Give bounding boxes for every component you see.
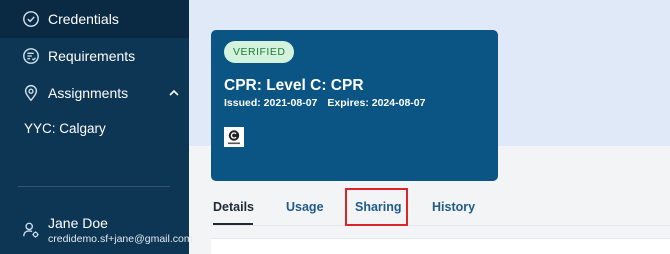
tab-content-panel [211,238,670,254]
sidebar-item-label: Assignments [48,85,129,101]
issuer-logo-icon [224,127,244,147]
list-check-icon [23,48,39,64]
tab-bar: Details Usage Sharing History [211,196,670,226]
sidebar-item-credentials[interactable]: Credentials [0,0,189,38]
sidebar-divider [18,186,170,187]
sidebar-item-label: Requirements [48,48,136,64]
user-name: Jane Doe [48,215,108,231]
badge-check-icon [23,11,39,27]
sidebar-item-requirements[interactable]: Requirements [0,38,189,75]
expires-date: Expires: 2024-08-07 [327,97,426,109]
sidebar: Credentials Requirements Assignments YYC… [0,0,193,254]
chevron-up-icon[interactable] [168,87,180,99]
user-gear-icon[interactable] [22,221,40,239]
location-pin-icon [24,84,38,102]
tab-history[interactable]: History [432,200,475,214]
status-badge: VERIFIED [224,41,295,63]
active-tab-indicator [213,223,253,225]
issued-date: Issued: 2021-08-07 [224,97,318,109]
sidebar-item-assignments[interactable]: Assignments [0,75,189,112]
sharing-tab-highlight [345,188,408,226]
tab-usage[interactable]: Usage [286,200,324,214]
tab-details[interactable]: Details [213,200,254,214]
credential-card: VERIFIED CPR: Level C: CPR Issued: 2021-… [211,30,498,181]
credential-title: CPR: Level C: CPR [224,77,364,94]
sidebar-item-label: Credentials [48,11,119,27]
sidebar-subitem-calgary[interactable]: YYC: Calgary [24,121,106,136]
credential-dates: Issued: 2021-08-07 Expires: 2024-08-07 [224,97,435,109]
user-email: credidemo.sf+jane@gmail.com [48,233,193,245]
